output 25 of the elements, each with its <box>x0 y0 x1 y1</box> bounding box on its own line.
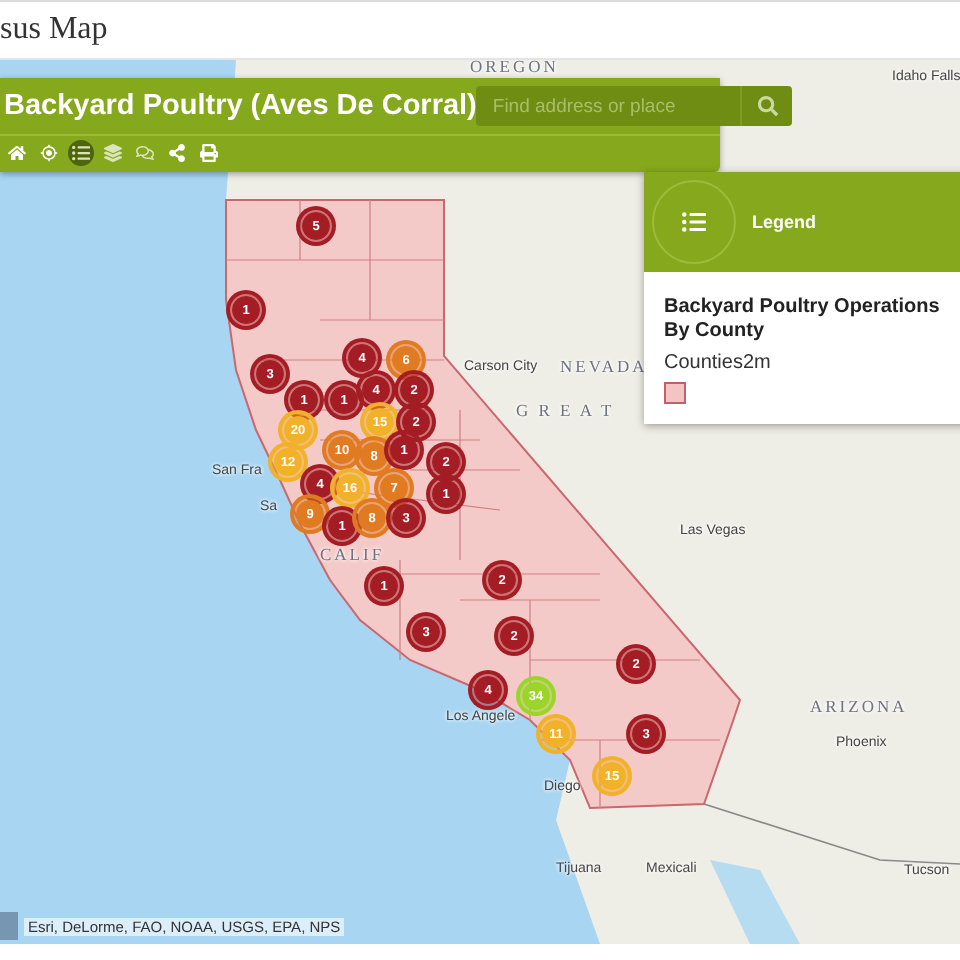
region-label: NEVADA <box>560 356 648 376</box>
search-field[interactable]: Find address or place <box>476 86 741 126</box>
map[interactable] <box>0 60 960 944</box>
share-icon[interactable] <box>164 140 190 166</box>
speech-bubbles-icon[interactable] <box>132 140 158 166</box>
list-icon[interactable] <box>68 140 94 166</box>
app-title: Backyard Poultry (Aves De Corral) <box>4 90 477 122</box>
search-button[interactable] <box>740 86 793 126</box>
print-icon[interactable] <box>196 140 222 166</box>
legend-swatch <box>664 382 686 404</box>
list-icon[interactable] <box>652 180 736 264</box>
sublayer-label: Counties2m <box>664 352 773 374</box>
region-label: ARIZONA <box>810 696 908 716</box>
layers-icon[interactable] <box>100 140 126 166</box>
locate-icon[interactable] <box>36 140 62 166</box>
search-icon <box>757 96 778 116</box>
home-icon[interactable] <box>4 140 30 166</box>
region-label: G R E A T <box>516 400 615 420</box>
page-title: sus Map <box>0 12 108 48</box>
logo-icon <box>0 912 18 940</box>
layer-title: Backyard Poultry Operations By County <box>664 296 942 344</box>
gulf-shape <box>710 860 800 944</box>
legend-title: Legend <box>752 212 817 232</box>
region-label: OREGON <box>470 60 559 76</box>
region-label: CALIF <box>320 544 385 564</box>
